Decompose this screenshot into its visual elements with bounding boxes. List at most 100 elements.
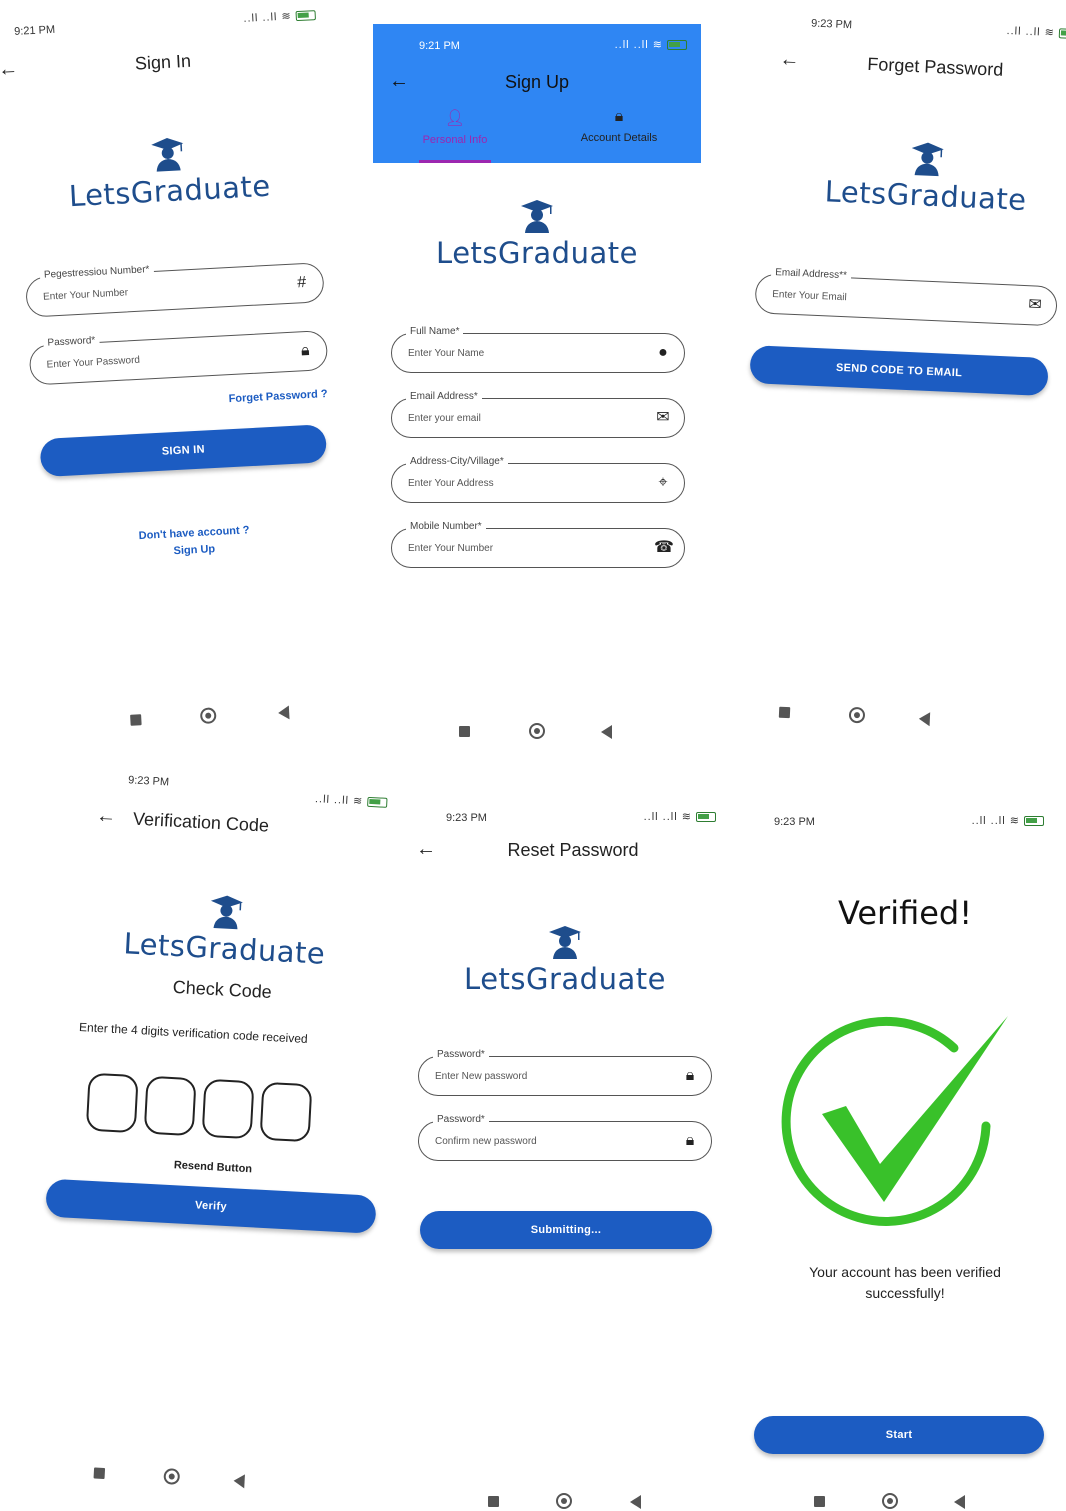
graduation-cap-icon — [520, 198, 554, 234]
verified-screen: 9:23 PM ..ll ..ll ≋ Verified! Your accou… — [740, 796, 1066, 1511]
page-title: Sign Up — [504, 72, 570, 92]
brand-name: LetsGraduate — [436, 236, 638, 270]
brand-logo: LetsGraduate — [2, 127, 335, 216]
graduation-cap-icon — [910, 140, 946, 177]
forget-password-link[interactable]: Forget Password ? — [228, 388, 328, 405]
lock-icon[interactable]: 🔒︎ — [296, 342, 315, 361]
full-name-field[interactable]: Full Name* Enter Your Name ● — [391, 326, 685, 373]
send-code-button[interactable]: SEND CODE TO EMAIL — [749, 345, 1049, 397]
status-icons: ..ll ..ll ≋ — [644, 810, 716, 823]
back-nav-icon[interactable] — [277, 705, 290, 721]
submit-button[interactable]: Submitting... — [420, 1211, 712, 1249]
status-bar: 9:21 PM ..ll ..ll ≋ — [419, 38, 687, 56]
mail-icon: ✉ — [656, 409, 670, 426]
recent-apps-icon[interactable] — [488, 1496, 499, 1507]
lock-icon: 🔒︎ — [614, 108, 624, 125]
home-icon[interactable] — [529, 723, 545, 739]
recent-apps-icon[interactable] — [93, 1467, 106, 1480]
email-field[interactable]: Email Address* Enter your email ✉ — [391, 391, 685, 438]
mail-icon: ✉ — [1027, 296, 1043, 314]
home-icon[interactable] — [848, 706, 866, 724]
code-input-row — [85, 1072, 329, 1145]
field-label: Password* — [43, 334, 100, 349]
back-nav-icon[interactable] — [918, 711, 931, 727]
field-label: Pegestressiou Number* — [39, 263, 154, 281]
sign-in-screen: 9:21 PM ..ll ..ll ≋ ← Sign In LetsGradua… — [0, 0, 364, 756]
check-circle-icon — [781, 1016, 1008, 1226]
recent-apps-icon[interactable] — [459, 726, 470, 737]
recent-apps-icon[interactable] — [778, 706, 791, 719]
battery-icon — [667, 40, 687, 51]
recent-apps-icon[interactable] — [814, 1496, 825, 1507]
brand-name: LetsGraduate — [824, 174, 1028, 217]
sign-in-button[interactable]: SIGN IN — [39, 424, 328, 478]
field-placeholder: Enter Your Number — [42, 287, 129, 303]
android-nav-bar — [740, 1492, 1066, 1511]
home-icon[interactable] — [199, 707, 217, 725]
add-call-icon: ☎ — [654, 539, 674, 556]
field-label: Address-City/Village* — [406, 456, 508, 467]
app-header: ← Forget Password — [779, 46, 1066, 90]
address-field[interactable]: Address-City/Village* Enter Your Address… — [391, 456, 685, 503]
status-time: 9:23 PM — [810, 17, 853, 32]
back-nav-icon[interactable] — [954, 1495, 965, 1509]
status-icons: ..ll ..ll ≋ — [615, 38, 687, 51]
confirm-password-field[interactable]: Password* Confirm new password 🔒︎ — [418, 1114, 712, 1161]
reset-password-screen: 9:23 PM ..ll ..ll ≋ ← Reset Password Let… — [400, 796, 730, 1511]
sign-up-screen: 9:21 PM ..ll ..ll ≋ ← Sign Up 👤︎ Persona… — [373, 24, 703, 764]
status-time: 9:21 PM — [13, 23, 56, 38]
new-password-field[interactable]: Password* Enter New password 🔒︎ — [418, 1049, 712, 1096]
email-field[interactable]: Email Address** Enter Your Email ✉ — [754, 266, 1058, 327]
tab-account-details[interactable]: 🔒︎ Account Details — [537, 108, 701, 144]
forget-password-screen: 9:23 PM ..ll ..ll ≋ ← Forget Password Le… — [732, 5, 1066, 759]
tab-label: Personal Info — [422, 134, 488, 146]
battery-icon — [1024, 816, 1044, 827]
lock-icon[interactable]: 🔒︎ — [681, 1067, 699, 1085]
code-digit-box[interactable] — [259, 1081, 313, 1143]
status-time: 9:23 PM — [774, 816, 815, 828]
status-bar: 9:23 PM ..ll ..ll ≋ — [811, 15, 1066, 45]
home-icon[interactable] — [882, 1493, 898, 1509]
back-nav-icon[interactable] — [630, 1495, 641, 1509]
tab-personal-info[interactable]: 👤︎ Personal Info — [373, 108, 537, 146]
recent-apps-icon[interactable] — [130, 714, 142, 726]
home-icon[interactable] — [556, 1493, 572, 1509]
lock-icon[interactable]: 🔒︎ — [681, 1132, 699, 1150]
app-header: 9:21 PM ..ll ..ll ≋ ← Sign Up 👤︎ Persona… — [373, 24, 701, 163]
app-header: ← Sign In — [0, 40, 329, 87]
home-icon[interactable] — [163, 1468, 181, 1485]
brand-name: LetsGraduate — [464, 962, 666, 996]
android-nav-bar — [373, 722, 703, 742]
signal-icon: ..ll ..ll ≋ — [971, 815, 1024, 827]
battery-icon — [367, 796, 388, 808]
code-digit-box[interactable] — [201, 1078, 255, 1140]
field-placeholder: Enter Your Name — [408, 348, 485, 359]
sign-up-link[interactable]: Sign Up — [173, 543, 215, 557]
code-digit-box[interactable] — [85, 1072, 139, 1134]
back-nav-icon[interactable] — [233, 1473, 245, 1489]
hash-icon: # — [296, 273, 307, 292]
start-button[interactable]: Start — [754, 1416, 1044, 1454]
code-digit-box[interactable] — [143, 1075, 197, 1137]
verify-button[interactable]: Verify — [45, 1178, 377, 1234]
tab-label: Account Details — [580, 132, 658, 144]
status-time: 9:23 PM — [127, 774, 170, 789]
resend-button[interactable]: Resend Button — [28, 1152, 398, 1183]
registration-number-field[interactable]: Pegestressiou Number* Enter Your Number … — [25, 262, 325, 318]
graduation-cap-icon — [208, 893, 244, 931]
password-field[interactable]: Password* Enter Your Password 🔒︎ — [28, 329, 329, 386]
page-title: Sign In — [134, 50, 192, 74]
signal-icon: ..ll ..ll ≋ — [614, 39, 667, 51]
field-placeholder: Enter Your Number — [408, 543, 494, 554]
back-nav-icon[interactable] — [601, 725, 612, 739]
signal-icon: ..ll ..ll ≋ — [643, 811, 696, 823]
app-header: ← Verification Code — [95, 803, 376, 848]
app-header: ← Reset Password — [416, 836, 730, 866]
brand-logo: LetsGraduate — [39, 884, 412, 975]
brand-logo: LetsGraduate — [373, 198, 701, 270]
field-placeholder: Enter New password — [435, 1071, 528, 1082]
android-nav-bar — [11, 1459, 342, 1496]
field-placeholder: Enter Your Password — [46, 354, 141, 371]
header-row: ← Sign Up — [389, 68, 685, 98]
mobile-number-field[interactable]: Mobile Number* Enter Your Number ☎ — [391, 521, 685, 568]
